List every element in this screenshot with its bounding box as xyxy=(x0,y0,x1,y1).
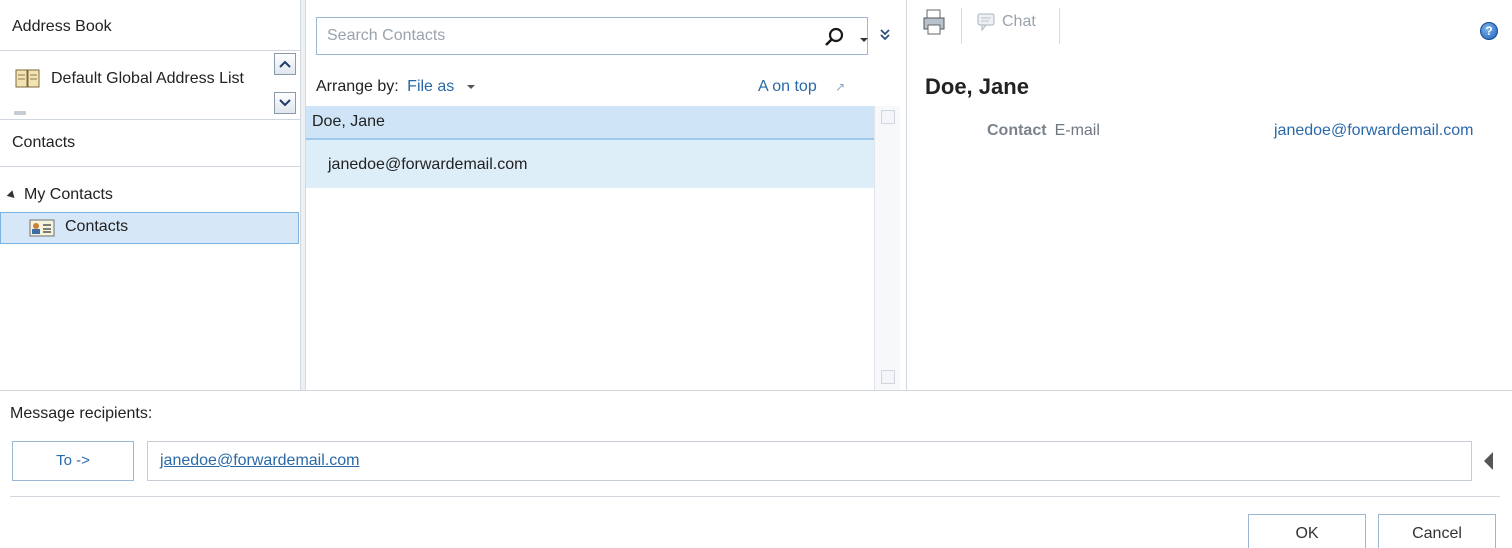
address-book-icon xyxy=(14,67,42,95)
contact-name-heading: Doe, Jane xyxy=(925,74,1029,99)
divider xyxy=(0,50,300,51)
tree-node-label: My Contacts xyxy=(24,186,113,203)
email-field-value[interactable]: janedoe@forwardemail.com xyxy=(1274,122,1473,140)
sort-order-label: A on top xyxy=(758,78,817,95)
collapse-arrow-icon[interactable] xyxy=(1484,452,1493,470)
divider xyxy=(0,166,300,167)
contact-list-pane: Search Contacts Arrange by: File as A on… xyxy=(306,0,906,390)
chat-label: Chat xyxy=(1002,13,1036,30)
tree-item-contacts[interactable]: Contacts xyxy=(0,212,299,244)
navigation-pane: Address Book Default Global Address List… xyxy=(0,0,300,390)
to-recipients-field[interactable]: janedoe@forwardemail.com xyxy=(147,441,1472,481)
chat-button[interactable]: Chat xyxy=(976,12,1036,32)
print-icon[interactable] xyxy=(923,9,947,39)
divider xyxy=(0,390,1512,391)
search-options-dropdown-icon[interactable] xyxy=(860,38,868,42)
field-section-label: Contact xyxy=(987,122,1047,139)
scroll-up-arrow-icon[interactable] xyxy=(881,110,895,124)
divider xyxy=(10,496,1500,497)
global-address-list-item[interactable]: Default Global Address List xyxy=(0,64,272,100)
list-scrollbar[interactable] xyxy=(874,106,900,390)
list-item[interactable]: janedoe@forwardemail.com xyxy=(306,140,874,188)
chevron-down-icon[interactable] xyxy=(466,84,475,89)
arrange-by-control[interactable]: Arrange by: File as xyxy=(316,78,475,96)
sort-order-toggle[interactable]: A on top ↗ xyxy=(758,78,845,96)
sort-up-arrow-icon: ↗ xyxy=(835,80,846,94)
toolbar-separator xyxy=(1059,8,1060,44)
scroll-down-button[interactable] xyxy=(274,92,296,114)
reading-pane: Chat ? Doe, Jane Contact E-mail janedoe@f… xyxy=(907,0,1512,390)
partial-list-item-icon xyxy=(14,111,26,115)
email-field-label: Contact E-mail xyxy=(987,122,1100,140)
recipient-link[interactable]: janedoe@forwardemail.com xyxy=(160,452,359,470)
group-header-label: Doe, Jane xyxy=(312,113,385,130)
cancel-button[interactable]: Cancel xyxy=(1378,514,1496,548)
chevron-down-icon xyxy=(279,99,291,107)
field-label: E-mail xyxy=(1054,122,1100,139)
address-book-title: Address Book xyxy=(12,18,112,35)
global-address-list-label: Default Global Address List xyxy=(51,70,244,87)
double-chevron-down-icon[interactable] xyxy=(879,28,891,46)
search-icon[interactable] xyxy=(824,26,846,52)
search-placeholder: Search Contacts xyxy=(327,27,446,44)
ok-button[interactable]: OK xyxy=(1248,514,1366,548)
list-item-email: janedoe@forwardemail.com xyxy=(328,156,528,173)
toolbar-separator xyxy=(961,8,962,44)
chevron-up-icon xyxy=(279,60,291,68)
arrange-by-value[interactable]: File as xyxy=(407,78,454,95)
scroll-down-arrow-icon[interactable] xyxy=(881,370,895,384)
expand-triangle-icon[interactable] xyxy=(6,189,18,201)
contacts-section-header[interactable]: Contacts xyxy=(12,134,75,152)
arrange-by-label: Arrange by: xyxy=(316,78,399,95)
contacts-folder-icon xyxy=(29,219,55,241)
list-group-header[interactable]: Doe, Jane xyxy=(306,106,874,140)
divider xyxy=(0,119,300,120)
to-button[interactable]: To -> xyxy=(12,441,134,481)
tree-item-label: Contacts xyxy=(65,218,129,235)
help-icon[interactable]: ? xyxy=(1480,22,1498,40)
tree-node-my-contacts[interactable]: My Contacts xyxy=(6,186,113,204)
scroll-up-button[interactable] xyxy=(274,53,296,75)
chat-bubble-icon xyxy=(977,13,995,32)
message-recipients-label: Message recipients: xyxy=(10,405,153,422)
search-input[interactable]: Search Contacts xyxy=(316,17,868,55)
